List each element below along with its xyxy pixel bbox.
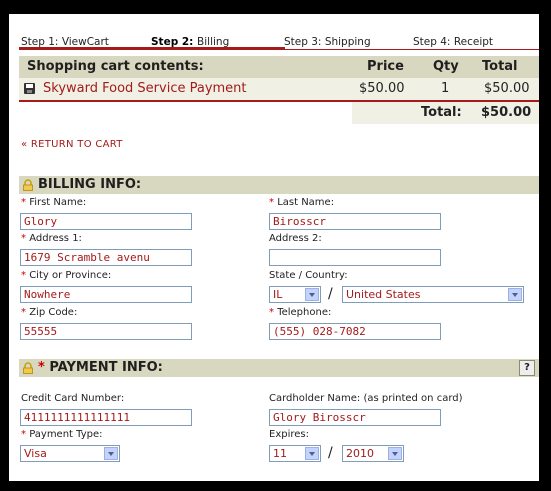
col-total: Total (482, 59, 518, 74)
step-prefix: Step 4: (413, 36, 454, 48)
state-value: IL (273, 288, 283, 301)
step-progress-bar (19, 47, 285, 50)
cart-table: Shopping cart contents: Price Qty Total … (19, 56, 539, 124)
payment-heading: * PAYMENT INFO: (38, 360, 163, 375)
cart-item-price: $50.00 (359, 81, 405, 96)
slash-separator: / (328, 286, 333, 302)
step-label: Shipping (324, 36, 371, 48)
checkout-steps: Step 1: ViewCart Step 2: Billing Step 3:… (19, 34, 539, 50)
payment-type-label: * Payment Type: (21, 429, 103, 440)
zip-field[interactable]: 55555 (20, 323, 192, 340)
billing-heading: BILLING INFO: (38, 177, 142, 192)
address1-field[interactable]: 1679 Scramble avenu (20, 249, 192, 266)
payment-form: Credit Card Number: 4111111111111111 Car… (19, 378, 539, 473)
billing-form: * First Name: Glory * Last Name: Birossc… (19, 195, 539, 345)
step-label: Receipt (453, 36, 494, 48)
address2-field[interactable] (269, 249, 441, 266)
address1-label: * Address 1: (21, 233, 82, 244)
state-country-label: State / Country: (269, 270, 348, 281)
country-value: United States (346, 288, 421, 301)
address2-label: Address 2: (269, 233, 322, 244)
checkout-panel: Step 1: ViewCart Step 2: Billing Step 3:… (9, 14, 539, 481)
exp-year-select[interactable]: 2010 (342, 445, 404, 462)
chevron-down-icon[interactable] (508, 288, 522, 301)
lock-icon (23, 362, 33, 374)
col-price: Price (367, 59, 404, 74)
slash-separator: / (328, 445, 333, 461)
cardholder-label: Cardholder Name: (as printed on card) (269, 393, 463, 404)
step-receipt[interactable]: Step 4: Receipt (413, 36, 493, 48)
step-progress-track (285, 49, 539, 50)
country-select[interactable]: United States (342, 286, 524, 303)
help-button[interactable]: ? (519, 360, 535, 376)
cart-total-value: $50.00 (481, 105, 532, 120)
first-name-label: * First Name: (21, 197, 87, 208)
card-number-field[interactable]: 4111111111111111 (20, 409, 192, 426)
zip-label: * Zip Code: (21, 307, 78, 318)
last-name-label: * Last Name: (269, 197, 335, 208)
cart-item-row: Skyward Food Service Payment $50.00 1 $5… (19, 78, 539, 100)
city-label: * City or Province: (21, 270, 112, 281)
state-select[interactable]: IL (269, 286, 321, 303)
chevron-down-icon[interactable] (104, 447, 118, 460)
exp-year-value: 2010 (346, 447, 374, 460)
exp-month-value: 11 (273, 447, 287, 460)
lock-icon (23, 179, 33, 191)
card-number-label: Credit Card Number: (21, 393, 125, 404)
payment-type-select[interactable]: Visa (20, 445, 120, 462)
chevron-down-icon[interactable] (388, 447, 402, 460)
phone-field[interactable]: (555) 028-7082 (269, 323, 441, 340)
billing-header: BILLING INFO: (19, 176, 539, 194)
floppy-disk-icon (24, 83, 35, 94)
chevron-down-icon[interactable] (305, 447, 319, 460)
chevron-down-icon[interactable] (305, 288, 319, 301)
phone-label: * Telephone: (269, 307, 332, 318)
cart-total-label: Total: (421, 105, 462, 120)
cart-item-name[interactable]: Skyward Food Service Payment (43, 81, 247, 96)
cart-header-row: Shopping cart contents: Price Qty Total (19, 56, 539, 78)
cardholder-field[interactable]: Glory Birosscr (269, 409, 441, 426)
payment-header: * PAYMENT INFO: ? (19, 359, 539, 377)
return-to-cart-link[interactable]: « RETURN TO CART (21, 139, 123, 150)
last-name-field[interactable]: Birosscr (269, 213, 441, 230)
expires-label: Expires: (269, 429, 309, 440)
step-prefix: Step 3: (284, 36, 325, 48)
col-qty: Qty (433, 59, 459, 74)
cart-item-total: $50.00 (484, 81, 530, 96)
exp-month-select[interactable]: 11 (269, 445, 321, 462)
cart-total-row: Total: $50.00 (19, 100, 539, 124)
cart-item-qty: 1 (441, 81, 450, 96)
payment-type-value: Visa (24, 447, 47, 460)
first-name-field[interactable]: Glory (20, 213, 192, 230)
cart-heading: Shopping cart contents: (27, 59, 204, 74)
city-field[interactable]: Nowhere (20, 286, 192, 303)
step-shipping[interactable]: Step 3: Shipping (284, 36, 371, 48)
